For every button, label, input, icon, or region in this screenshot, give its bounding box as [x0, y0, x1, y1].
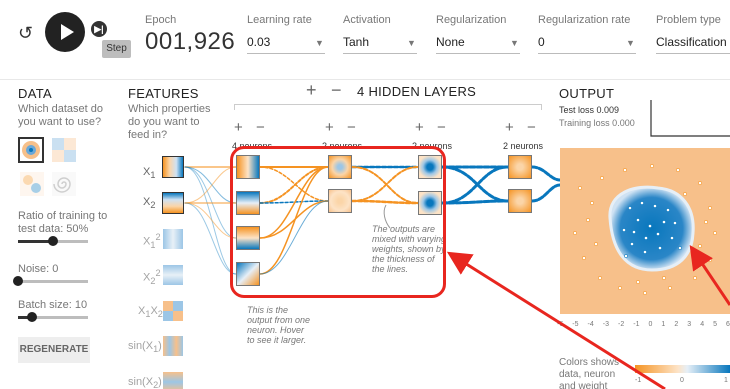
arrow-to-output: [689, 245, 730, 306]
annotation-arrows: [446, 245, 730, 389]
arrow-to-network: [446, 251, 666, 389]
